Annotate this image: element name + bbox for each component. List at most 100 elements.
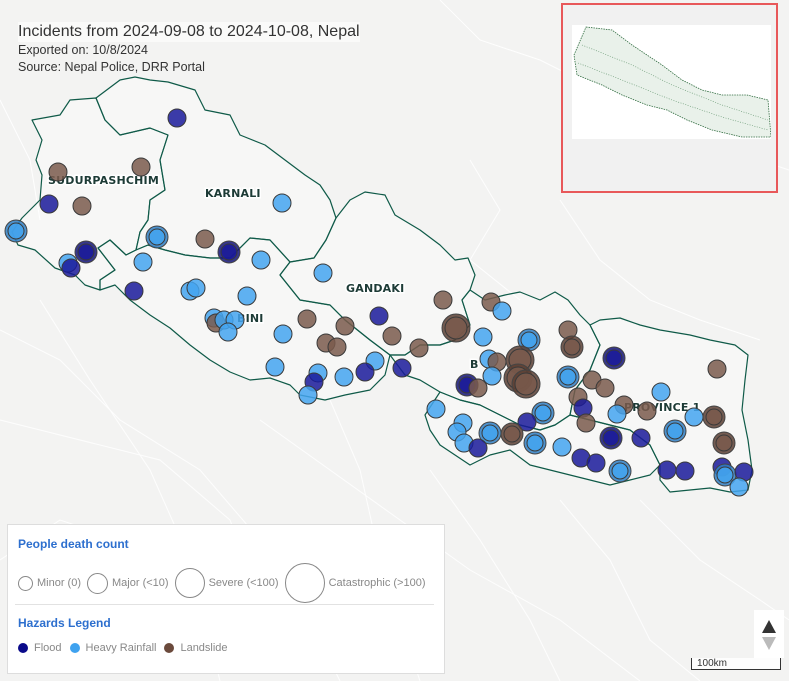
incident-marker-rain[interactable] <box>145 225 169 249</box>
incident-marker-rain[interactable] <box>273 324 293 344</box>
incident-marker-flood[interactable] <box>217 240 241 264</box>
incident-dot <box>39 194 59 214</box>
incident-marker-landslide[interactable] <box>500 422 524 446</box>
incident-marker-flood[interactable] <box>355 362 375 382</box>
incident-marker-rain[interactable] <box>4 219 28 243</box>
incident-marker-rain[interactable] <box>608 459 632 483</box>
incident-marker-rain[interactable] <box>607 404 627 424</box>
incident-dot <box>220 243 238 261</box>
incident-marker-rain[interactable] <box>133 252 153 272</box>
death-level-label: Severe (<100) <box>208 577 279 589</box>
hazard-label: Heavy Rainfall <box>85 642 157 654</box>
incident-marker-flood[interactable] <box>586 453 606 473</box>
incident-marker-flood[interactable] <box>167 108 187 128</box>
incident-marker-rain[interactable] <box>651 382 671 402</box>
incident-marker-flood[interactable] <box>124 281 144 301</box>
death-level-catastrophic: Catastrophic (>100) <box>284 563 426 603</box>
incident-marker-landslide[interactable] <box>195 229 215 249</box>
incident-marker-rain[interactable] <box>482 366 502 386</box>
incident-marker-landslide[interactable] <box>48 162 68 182</box>
incident-dot <box>637 401 657 421</box>
incident-marker-rain[interactable] <box>556 365 580 389</box>
circle-xlarge-icon <box>284 563 325 603</box>
incident-marker-landslide[interactable] <box>382 326 402 346</box>
incident-marker-landslide[interactable] <box>433 290 453 310</box>
incident-marker-rain[interactable] <box>552 437 572 457</box>
death-level-label: Catastrophic (>100) <box>328 577 426 589</box>
incident-marker-landslide[interactable] <box>335 316 355 336</box>
incident-marker-landslide[interactable] <box>511 369 541 399</box>
incident-dot <box>666 422 684 440</box>
incident-dot <box>61 258 81 278</box>
zoom-in-arrow-icon[interactable] <box>762 620 776 633</box>
incident-marker-landslide[interactable] <box>707 359 727 379</box>
scale-bar: 100km <box>691 658 781 670</box>
incident-marker-rain[interactable] <box>186 278 206 298</box>
incident-marker-rain[interactable] <box>492 301 512 321</box>
incident-marker-flood[interactable] <box>675 461 695 481</box>
hazards-legend: Flood Heavy Rainfall Landslide <box>18 642 236 654</box>
incident-marker-flood[interactable] <box>631 428 651 448</box>
incident-dot <box>705 408 723 426</box>
incident-marker-landslide[interactable] <box>327 337 347 357</box>
title-block: Incidents from 2024-09-08 to 2024-10-08,… <box>18 22 360 76</box>
incident-marker-flood[interactable] <box>74 240 98 264</box>
incident-marker-flood[interactable] <box>602 346 626 370</box>
overview-minimap[interactable] <box>561 3 778 193</box>
incident-marker-rain[interactable] <box>313 263 333 283</box>
incident-dot <box>392 358 412 378</box>
incident-marker-rain[interactable] <box>684 407 704 427</box>
incident-marker-flood[interactable] <box>39 194 59 214</box>
incident-marker-landslide[interactable] <box>560 335 584 359</box>
zoom-out-arrow-icon[interactable] <box>762 637 776 650</box>
flood-dot-icon <box>18 643 28 653</box>
incident-marker-rain[interactable] <box>663 419 687 443</box>
death-level-minor: Minor (0) <box>18 575 81 591</box>
incident-marker-rain[interactable] <box>426 399 446 419</box>
incident-dot <box>602 429 620 447</box>
incident-marker-landslide[interactable] <box>131 157 151 177</box>
incident-marker-flood[interactable] <box>657 460 677 480</box>
incident-marker-rain[interactable] <box>272 193 292 213</box>
incident-dot <box>48 162 68 182</box>
map-title: Incidents from 2024-09-08 to 2024-10-08,… <box>18 22 360 42</box>
incident-marker-flood[interactable] <box>599 426 623 450</box>
incident-marker-rain[interactable] <box>729 477 749 497</box>
incident-marker-flood[interactable] <box>392 358 412 378</box>
incident-dot <box>273 324 293 344</box>
incident-marker-landslide[interactable] <box>72 196 92 216</box>
incident-dot <box>716 466 734 484</box>
incident-marker-rain[interactable] <box>251 250 271 270</box>
incident-marker-rain[interactable] <box>523 431 547 455</box>
incident-marker-flood[interactable] <box>468 438 488 458</box>
incident-marker-landslide[interactable] <box>702 405 726 429</box>
incident-marker-landslide[interactable] <box>595 378 615 398</box>
incident-marker-landslide[interactable] <box>468 378 488 398</box>
incident-marker-landslide[interactable] <box>409 338 429 358</box>
incident-dot <box>195 229 215 249</box>
incident-marker-rain[interactable] <box>334 367 354 387</box>
incident-marker-rain[interactable] <box>237 286 257 306</box>
incident-marker-landslide[interactable] <box>637 401 657 421</box>
incident-marker-landslide[interactable] <box>576 413 596 433</box>
incident-marker-landslide[interactable] <box>712 431 736 455</box>
incident-marker-rain[interactable] <box>473 327 493 347</box>
incident-marker-flood[interactable] <box>61 258 81 278</box>
incident-dot <box>520 331 538 349</box>
incident-dot <box>684 407 704 427</box>
incident-marker-landslide[interactable] <box>441 313 471 343</box>
incident-marker-flood[interactable] <box>369 306 389 326</box>
incident-marker-rain[interactable] <box>298 385 318 405</box>
incident-dot <box>334 367 354 387</box>
circle-medium-icon <box>87 572 109 594</box>
circle-small-icon <box>18 575 33 591</box>
incident-marker-rain[interactable] <box>265 357 285 377</box>
death-level-major: Major (<10) <box>87 572 169 594</box>
incident-dot <box>186 278 206 298</box>
incident-dot <box>473 327 493 347</box>
incident-dot <box>272 193 292 213</box>
incident-dot <box>586 453 606 473</box>
incident-marker-rain[interactable] <box>218 322 238 342</box>
incident-dot <box>218 322 238 342</box>
incident-marker-landslide[interactable] <box>297 309 317 329</box>
